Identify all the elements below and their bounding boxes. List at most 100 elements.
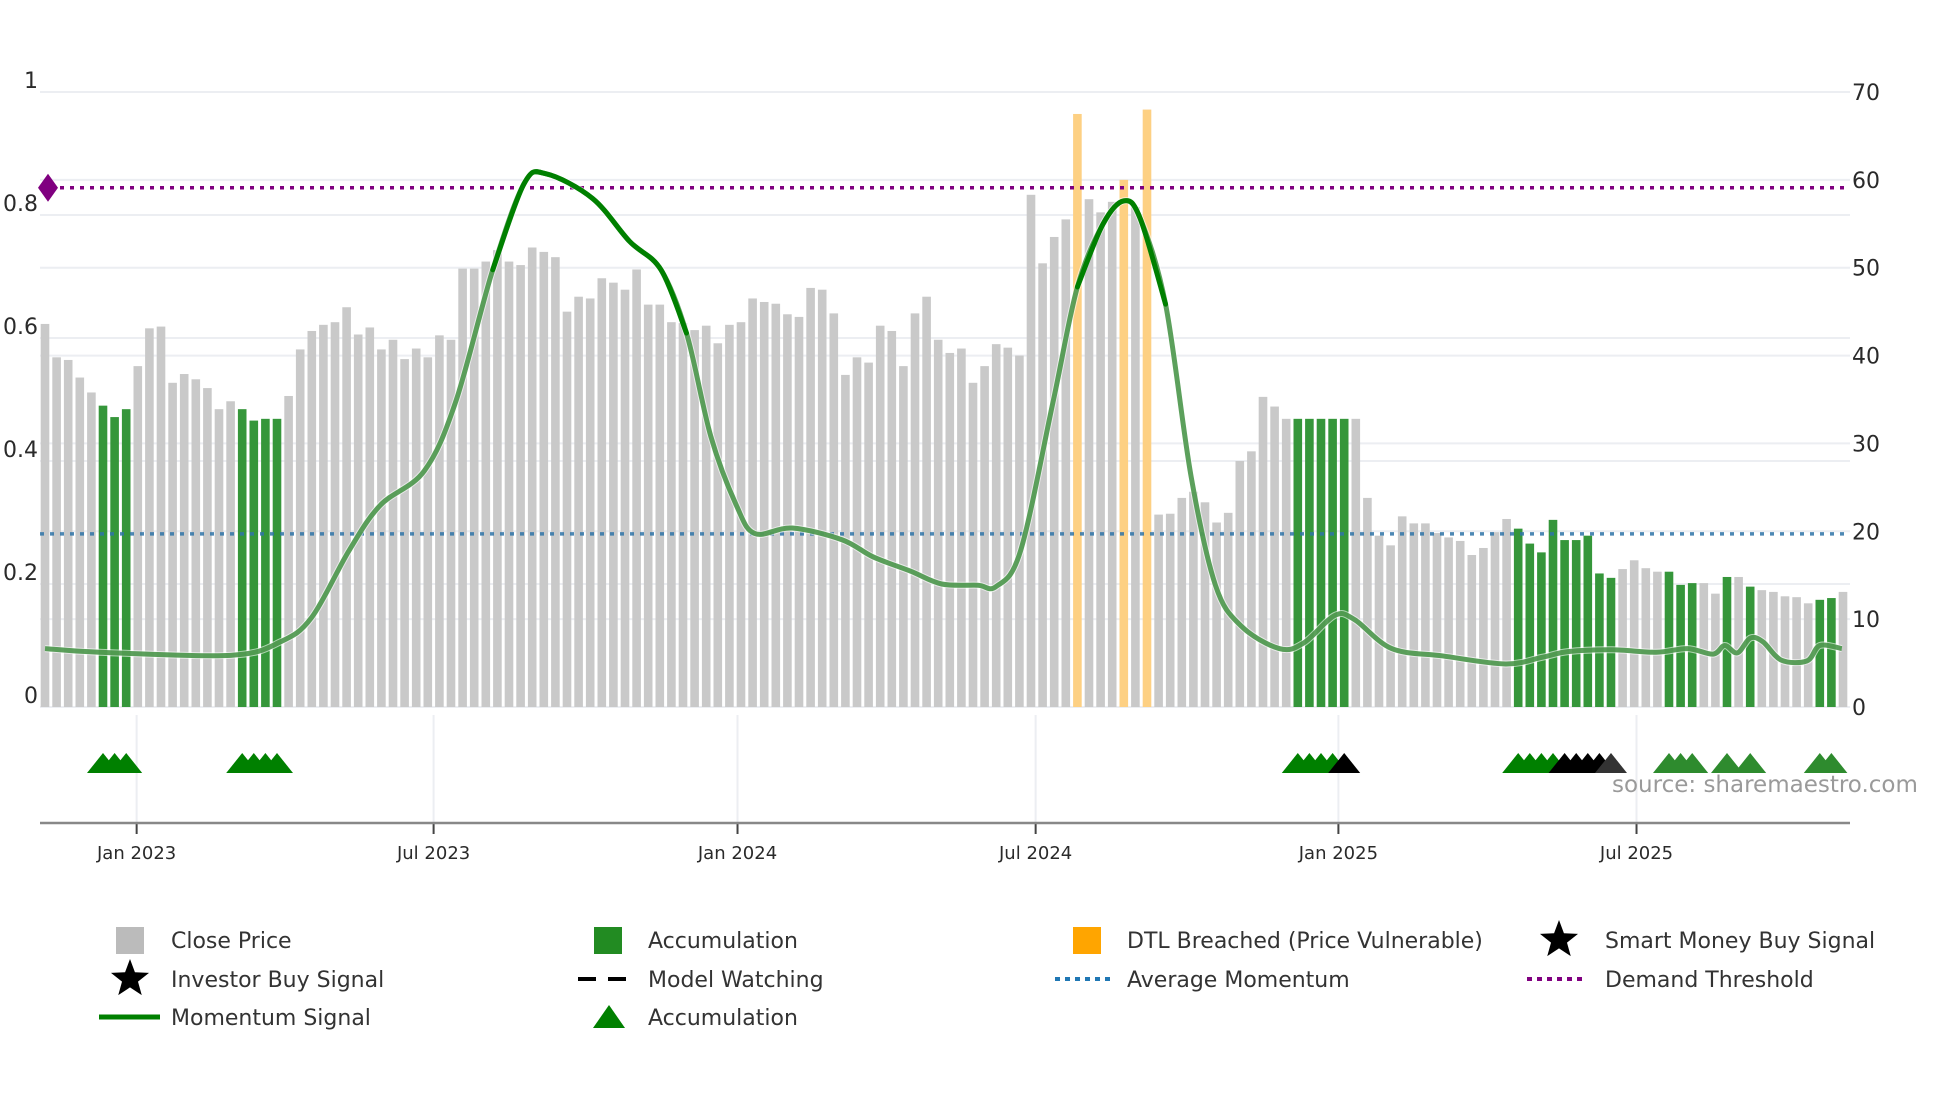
close-price-bar <box>539 251 549 707</box>
close-price-bar <box>771 303 781 707</box>
close-price-bar <box>1490 532 1500 707</box>
close-price-bar <box>388 339 398 707</box>
legend-item: Model Watching <box>578 968 824 993</box>
close-price-bar <box>1502 518 1511 707</box>
accumulation-bar <box>1548 519 1558 707</box>
close-price-bar <box>319 324 328 707</box>
close-price-bar <box>887 330 897 707</box>
close-price-bar <box>481 261 491 707</box>
legend-swatch <box>116 927 144 954</box>
close-price-bar <box>377 349 386 707</box>
close-price-bar <box>1026 194 1036 708</box>
accumulation-bar <box>121 409 131 707</box>
accumulation-bar <box>1560 540 1569 707</box>
close-price-bar <box>1038 263 1047 707</box>
legend-item: Demand Threshold <box>1527 968 1814 993</box>
close-price-bar <box>527 247 537 707</box>
y-right-tick-label: 0 <box>1852 696 1866 721</box>
close-price-bar <box>1096 212 1105 707</box>
close-price-bar <box>284 395 293 707</box>
close-price-bar <box>620 289 630 707</box>
close-price-bar <box>957 348 966 707</box>
legend-item: Accumulation <box>594 927 798 954</box>
y-right-tick-label: 10 <box>1852 608 1880 633</box>
close-price-bar <box>585 298 595 707</box>
accumulation-bar <box>272 418 282 707</box>
close-price-bar <box>1444 537 1453 707</box>
legend-label: Model Watching <box>648 968 824 993</box>
legend-item: Smart Money Buy Signal <box>1539 920 1875 957</box>
legend-label: Accumulation <box>648 1006 798 1031</box>
close-price-bar <box>1189 491 1198 707</box>
close-price-bar <box>945 352 955 707</box>
accumulation-bar <box>1293 418 1303 707</box>
close-price-bar <box>701 325 711 707</box>
close-price-bar <box>609 282 618 707</box>
close-price-bar <box>1629 560 1639 707</box>
close-price-bar <box>214 409 224 707</box>
close-price-bar <box>991 344 1001 707</box>
close-price-bar <box>852 357 862 707</box>
close-price-bar <box>226 401 235 707</box>
close-price-bar <box>75 377 85 707</box>
y-right-tick-label: 30 <box>1852 432 1880 457</box>
close-price-bar <box>516 265 525 707</box>
accumulation-bar <box>261 418 270 707</box>
close-price-bar <box>667 322 676 707</box>
legend-item: Accumulation <box>593 1005 798 1031</box>
accumulation-bar <box>249 420 259 707</box>
close-price-bar <box>655 304 665 707</box>
x-tick-label: Jan 2025 <box>1298 843 1378 864</box>
close-price-bar <box>1247 451 1256 707</box>
signal-markers <box>87 753 1848 773</box>
close-price-bar <box>1363 497 1372 707</box>
legend: Close Price Accumulation DTL Breached (Pri… <box>99 920 1875 1031</box>
close-price-bar <box>725 324 734 707</box>
accumulation-bar <box>1606 577 1616 707</box>
close-price-bar <box>423 357 433 707</box>
close-price-bar <box>1397 516 1407 707</box>
accumulation-bar <box>1687 583 1697 707</box>
close-price-bar <box>562 311 572 707</box>
accumulation-bar <box>1722 576 1732 707</box>
close-price-bar <box>806 287 815 707</box>
legend-label: Accumulation <box>648 929 798 954</box>
close-price-bar <box>330 322 340 707</box>
close-price-bar <box>817 289 827 707</box>
legend-item: Momentum Signal <box>99 1006 371 1031</box>
close-price-bar <box>1421 523 1430 707</box>
close-price-bar <box>1165 513 1175 707</box>
close-price-bar <box>1386 545 1395 707</box>
source-label: source: sharemaestro.com <box>1612 772 1918 798</box>
legend-item: Close Price <box>116 927 292 954</box>
accumulation-bar <box>1513 528 1523 707</box>
close-price-bar <box>1618 569 1627 707</box>
dtl-breached-bar <box>1073 113 1082 707</box>
y-right-tick-label: 60 <box>1852 169 1880 194</box>
close-price-bar <box>435 335 444 707</box>
x-tick-label: Jan 2024 <box>697 843 777 864</box>
close-price-bar <box>1212 522 1221 707</box>
close-price-bar <box>1641 568 1651 707</box>
close-price-bar <box>493 250 502 707</box>
close-price-bar <box>1467 555 1477 707</box>
close-price-bar <box>759 301 769 707</box>
accumulation-bar <box>1827 598 1836 707</box>
accumulation-bar <box>1664 571 1674 707</box>
close-price-bar <box>156 326 166 707</box>
close-price-bar <box>1455 540 1465 707</box>
accumulation-bar <box>1339 418 1349 707</box>
y-left-tick-label: 0.4 <box>3 438 38 463</box>
close-price-bar <box>1281 418 1291 707</box>
accumulation-bar <box>1525 543 1535 707</box>
accumulation-bar <box>110 417 119 707</box>
close-price-bar <box>933 339 943 707</box>
close-price-bar <box>458 268 467 707</box>
accumulation-bar <box>1316 418 1326 707</box>
close-price-bar <box>1432 533 1442 707</box>
accumulation-triangle <box>1734 753 1767 773</box>
close-price-bar <box>1699 583 1709 707</box>
close-price-bar <box>504 261 514 707</box>
y-right-tick-label: 40 <box>1852 345 1880 370</box>
close-price-bar <box>922 296 931 707</box>
